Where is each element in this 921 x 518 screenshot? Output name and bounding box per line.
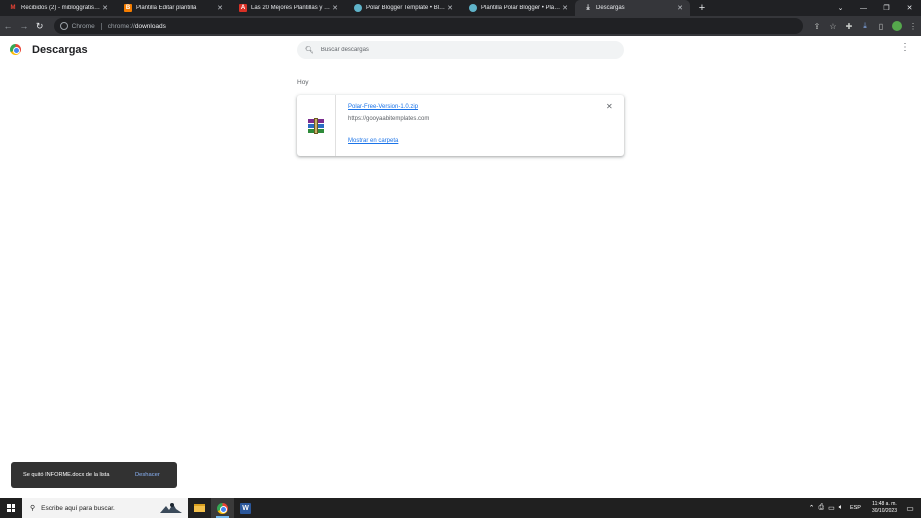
tab-plantilla-polar[interactable]: Plantilla Polar Blogger • Plantill ✕ [460,0,575,16]
download-filename-link[interactable]: Polar-Free-Version-1.0.zip [348,104,418,110]
bookmark-star-icon[interactable]: ☆ [825,22,841,31]
archive-file-icon [308,117,324,134]
address-chip: Chrome [72,22,102,30]
word-icon: W [240,502,251,514]
minimize-icon[interactable]: — [852,5,875,12]
downloads-icon[interactable]: ⤓ [857,21,873,31]
tab-search-icon[interactable]: ⌄ [829,4,852,12]
tab-title: Plantilla Editar plantilla [136,5,197,11]
profile-avatar[interactable] [891,21,902,31]
volume-icon[interactable]: 🔈︎ [839,504,843,512]
download-source-url: https://gooyaabitemplates.com [348,116,430,122]
tab-close-icon[interactable]: ✕ [561,4,569,12]
tab-close-icon[interactable]: ✕ [331,4,339,12]
toolbar-icons: ⇪ ☆ ✚ ⤓ ▯ ⋮ [809,21,921,31]
tab-title: Descargas [596,5,625,11]
search-highlight-icon [160,503,182,513]
taskbar-search-placeholder: Escribe aquí para buscar. [41,504,115,512]
close-window-icon[interactable]: ✕ [898,4,921,12]
tab-title: Plantilla Polar Blogger • Plantill [481,5,561,11]
tab-polar-template[interactable]: Polar Blogger Template • Blogg ✕ [345,0,460,16]
download-icon: ⤓ [586,4,590,11]
clock-date: 30/10/2023 [871,508,897,514]
new-tab-button[interactable]: + [694,0,710,16]
reload-icon[interactable]: ↻ [32,21,48,32]
show-in-folder-link[interactable]: Mostrar en carpeta [348,138,398,144]
language-indicator[interactable]: ESP [850,505,861,511]
folder-icon [194,504,205,512]
search-bar[interactable]: 🔍︎ [297,41,624,59]
tab-close-icon[interactable]: ✕ [101,4,109,12]
extensions-icon[interactable]: ✚ [841,22,857,31]
chrome-menu-icon[interactable]: ⋮ [905,22,921,31]
site-icon: A [239,4,247,12]
remove-download-icon[interactable]: ✕ [606,103,613,111]
tab-descargas[interactable]: ⤓ Descargas ✕ [575,0,690,16]
forward-icon[interactable]: → [16,21,32,31]
search-icon: ⚲ [30,505,36,512]
tab-strip: M Recibidos (2) - mibloggratisperi ✕ B P… [0,0,921,16]
blogger-icon: B [124,4,132,12]
tab-blogger-editar[interactable]: B Plantilla Editar plantilla ✕ [115,0,230,16]
date-header: Hoy [297,79,309,86]
download-item: Polar-Free-Version-1.0.zip https://gooya… [297,95,624,156]
globe-icon [469,4,477,12]
screen: M Recibidos (2) - mibloggratisperi ✕ B P… [0,0,921,518]
tab-title: Las 20 Mejores Plantillas y Tem [251,5,331,11]
toast-notification: Se quitó INFORME.docx de la lista Deshac… [11,462,177,488]
windows-logo-icon [7,504,15,512]
tab-close-icon[interactable]: ✕ [676,4,684,12]
undo-button[interactable]: Deshacer [135,472,160,478]
globe-icon [354,4,362,12]
notifications-icon[interactable]: ▭ [903,504,917,513]
start-button[interactable] [0,498,22,518]
chrome-logo-icon [10,44,21,55]
back-icon[interactable]: ← [0,21,16,31]
search-icon: 🔍︎ [305,47,314,54]
tab-close-icon[interactable]: ✕ [446,4,454,12]
system-tray: ⌃ ⎙ ▭ 🔈︎ ESP 11:48 a. m. 30/10/2023 ▭ [807,498,921,518]
chrome-icon [217,502,228,514]
page-menu-icon[interactable]: ⋮ [900,43,910,53]
restore-icon[interactable]: ❐ [875,4,898,12]
tab-title: Polar Blogger Template • Blogg [366,5,446,11]
window-controls: ⌄ — ❐ ✕ [829,0,921,16]
page-title: Descargas [32,44,88,56]
address-scheme: chrome:// [107,22,135,30]
clock-time: 11:48 a. m. [872,501,897,507]
network-icon[interactable]: ▭ [828,504,835,512]
file-icon-column [297,95,336,156]
file-explorer-taskbar-button[interactable] [188,498,211,518]
address-bar[interactable]: Chrome chrome:// downloads [53,18,803,34]
address-path: downloads [134,22,166,30]
taskbar-search[interactable]: ⚲ Escribe aquí para buscar. [22,498,188,518]
printer-icon[interactable]: ⎙ [819,504,825,512]
tab-gmail[interactable]: M Recibidos (2) - mibloggratisperi ✕ [0,0,115,16]
gmail-icon: M [10,5,16,11]
search-input[interactable] [320,47,611,53]
side-panel-icon[interactable]: ▯ [873,22,889,31]
word-taskbar-button[interactable]: W [234,498,257,518]
chevron-up-icon[interactable]: ⌃ [809,504,815,512]
tab-title: Recibidos (2) - mibloggratisperi [21,5,101,11]
windows-taskbar: ⚲ Escribe aquí para buscar. W ⌃ ⎙ ▭ 🔈︎ E… [0,498,921,518]
chrome-taskbar-button[interactable] [211,498,234,518]
share-icon[interactable]: ⇪ [809,22,825,31]
browser-toolbar: ← → ↻ Chrome chrome:// downloads ⇪ ☆ ✚ ⤓… [0,16,921,36]
clock[interactable]: 11:48 a. m. 30/10/2023 [872,501,897,515]
toast-message: Se quitó INFORME.docx de la lista [23,472,110,478]
chrome-page-icon [59,22,68,30]
tab-close-icon[interactable]: ✕ [216,4,224,12]
tab-mejores-plantillas[interactable]: A Las 20 Mejores Plantillas y Tem ✕ [230,0,345,16]
